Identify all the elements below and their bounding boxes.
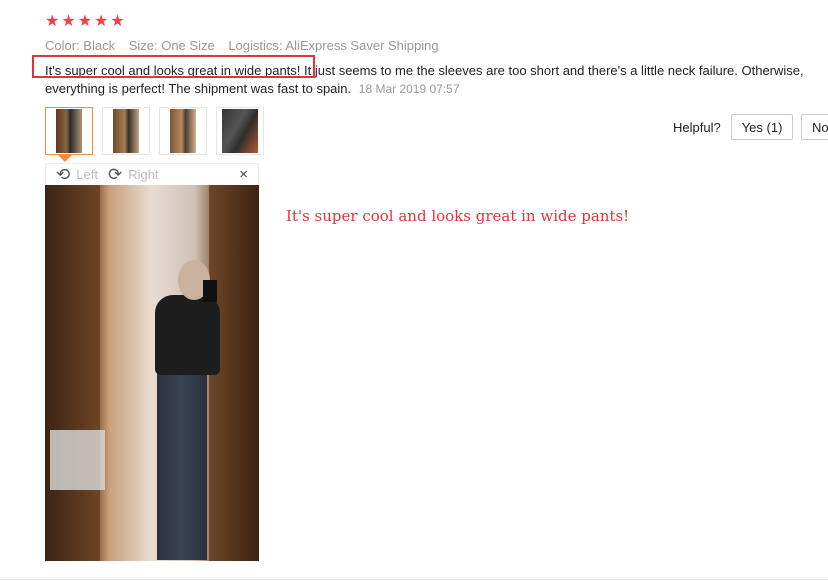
helpful-label: Helpful? — [673, 119, 721, 135]
highlight-annotation-box — [32, 55, 315, 78]
review-date: 18 Mar 2019 07:57 — [358, 82, 460, 96]
rotate-left-icon: ⟲ — [56, 164, 71, 184]
photo-thumbnail-4[interactable] — [216, 107, 264, 155]
thumbnail-image — [56, 109, 82, 153]
star-icon: ★ — [77, 13, 93, 30]
helpful-no-button[interactable]: No — [801, 114, 828, 140]
star-icon: ★ — [94, 13, 109, 30]
thumbnail-image — [170, 109, 196, 153]
rotate-left-button[interactable]: ⟲ Left — [56, 164, 98, 184]
photo-thumbnail-3[interactable] — [159, 107, 207, 155]
rotate-left-label: Left — [76, 167, 98, 182]
review-photo-thumbnails — [45, 107, 264, 155]
review-photo-large — [45, 185, 259, 561]
rotate-right-label: Right — [128, 167, 159, 182]
helpful-vote: Helpful? Yes (1) — [673, 114, 794, 140]
photo-person-legs — [157, 370, 207, 560]
photo-door-left — [45, 185, 100, 561]
photo-thumbnail-2[interactable] — [102, 107, 150, 155]
meta-logistics: Logistics: AliExpress Saver Shipping — [228, 38, 439, 53]
star-icon: ★ — [61, 13, 76, 30]
divider — [0, 579, 828, 580]
thumbnail-image — [113, 109, 139, 153]
meta-color: Color: Black — [45, 38, 116, 53]
annotation-quote: It's super cool and looks great in wide … — [286, 207, 630, 225]
rotate-right-button[interactable]: ⟳ Right — [107, 164, 159, 184]
photo-thumbnail-1[interactable] — [45, 107, 93, 155]
photo-shoes — [50, 430, 105, 490]
thumbnail-image — [222, 109, 258, 153]
review-meta: Color: Black Size: One Size Logistics: A… — [45, 38, 449, 53]
rotate-right-icon: ⟳ — [107, 164, 123, 184]
photo-person-body — [155, 295, 220, 375]
photo-phone — [203, 280, 217, 302]
helpful-yes-button[interactable]: Yes (1) — [730, 114, 794, 140]
active-thumbnail-pointer — [58, 155, 72, 162]
star-icon: ★ — [110, 13, 125, 30]
photo-viewer-toolbar: ⟲ Left ⟳ Right × — [45, 163, 259, 185]
meta-size: Size: One Size — [128, 38, 215, 53]
rating-stars: ★ ★ ★ ★ ★ — [45, 13, 125, 31]
close-icon[interactable]: × — [239, 166, 248, 183]
star-icon: ★ — [45, 13, 60, 30]
